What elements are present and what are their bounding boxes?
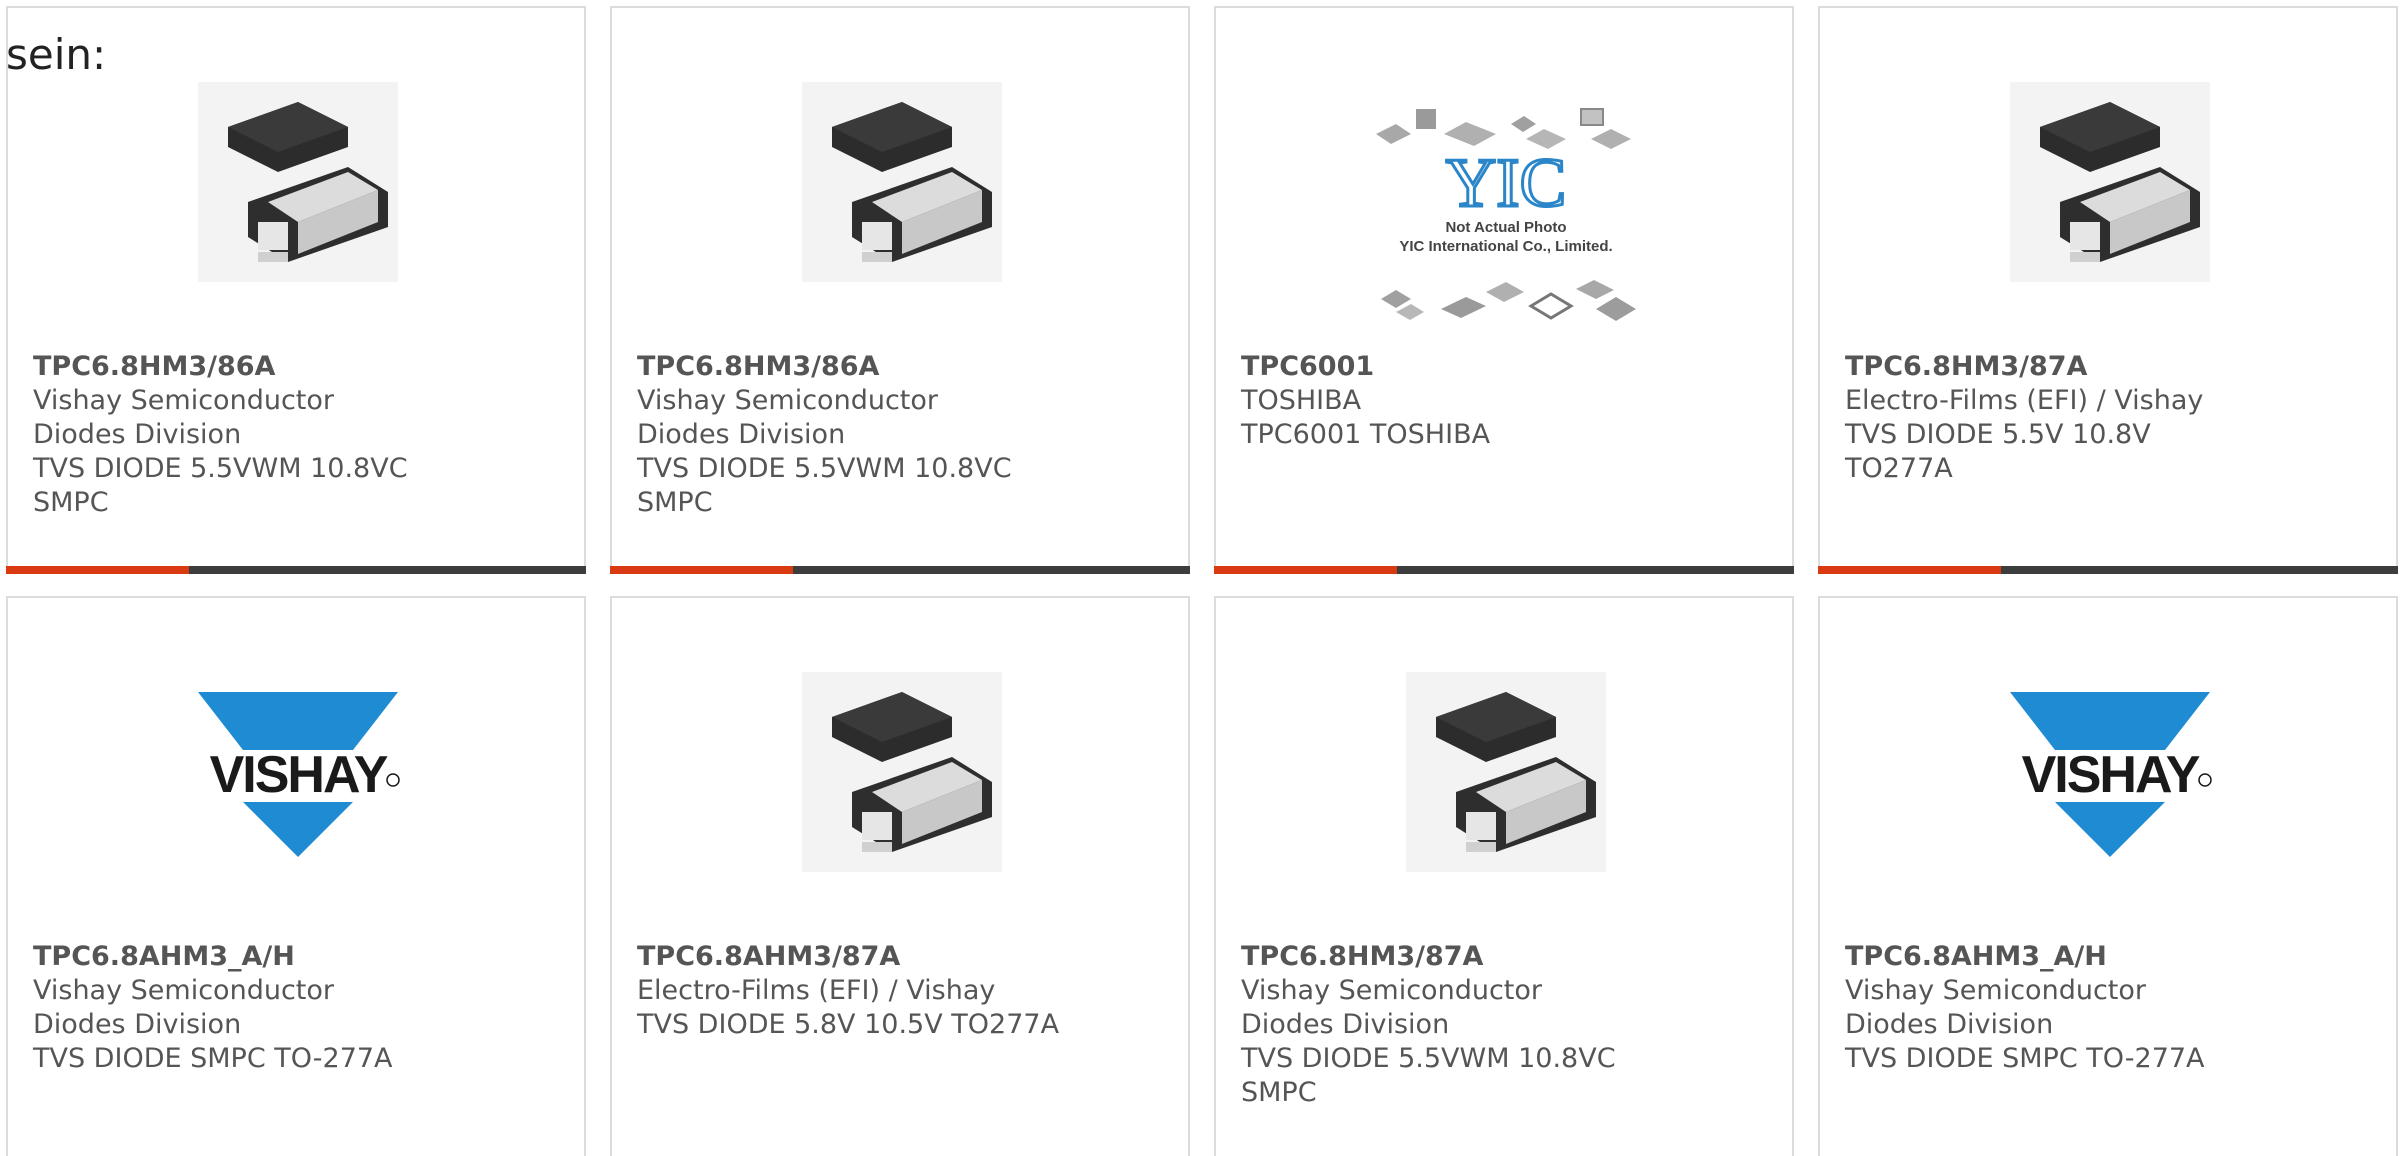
page: TPC6.8HM3/86A Vishay Semiconductor Diode… (0, 0, 2400, 1156)
smpc-package-icon (198, 82, 398, 282)
intro-text: sein: (6, 30, 107, 79)
manufacturer: Vishay Semiconductor Diodes Division (1241, 975, 1542, 1040)
product-info: TPC6.8AHM3_A/H Vishay Semiconductor Diod… (1845, 940, 2375, 1076)
vishay-logo-icon: VISHAY (2010, 692, 2212, 857)
svg-text:YIC International Co., Limited: YIC International Co., Limited. (1399, 238, 1612, 255)
manufacturer: Vishay Semiconductor Diodes Division (33, 385, 334, 450)
manufacturer: Electro-Films (EFI) / Vishay (637, 975, 996, 1006)
description: TVS DIODE SMPC TO-277A (1845, 1043, 2205, 1074)
svg-text:VISHAY: VISHAY (210, 746, 388, 804)
description: TVS DIODE 5.5VWM 10.8VC SMPC (637, 453, 1012, 518)
part-number-link[interactable]: TPC6.8HM3/87A (1845, 350, 2375, 384)
part-number-link[interactable]: TPC6.8AHM3_A/H (33, 940, 563, 974)
product-image[interactable] (2000, 72, 2220, 292)
card-bottom-bar (6, 566, 586, 574)
yic-logo: YIC (1446, 145, 1567, 222)
description: TPC6001 TOSHIBA (1241, 419, 1491, 450)
card-accent-bar (1214, 566, 1397, 574)
product-card[interactable]: TPC6.8HM3/87A Vishay Semiconductor Diode… (1214, 596, 1794, 1156)
product-card[interactable]: YIC Not Actual Photo YIC International C… (1214, 6, 1794, 574)
part-number-link[interactable]: TPC6001 (1241, 350, 1771, 384)
card-bottom-bar (1818, 566, 2398, 574)
part-number-link[interactable]: TPC6.8HM3/87A (1241, 940, 1771, 974)
svg-text:VISHAY: VISHAY (2022, 746, 2200, 804)
part-number-link[interactable]: TPC6.8HM3/86A (637, 350, 1167, 384)
manufacturer: Vishay Semiconductor Diodes Division (637, 385, 938, 450)
product-image[interactable]: VISHAY (2000, 662, 2220, 882)
product-info: TPC6.8HM3/86A Vishay Semiconductor Diode… (637, 350, 1167, 520)
description: TVS DIODE 5.5V 10.8V TO277A (1845, 419, 2151, 484)
manufacturer: TOSHIBA (1241, 385, 1362, 416)
product-card[interactable]: TPC6.8AHM3/87A Electro-Films (EFI) / Vis… (610, 596, 1190, 1156)
product-image[interactable] (1396, 662, 1616, 882)
product-image[interactable] (188, 72, 408, 292)
manufacturer: Vishay Semiconductor Diodes Division (1845, 975, 2146, 1040)
manufacturer: Vishay Semiconductor Diodes Division (33, 975, 334, 1040)
yic-placeholder-icon: YIC Not Actual Photo YIC International C… (1376, 108, 1636, 321)
product-image[interactable] (792, 72, 1012, 292)
product-card[interactable]: TPC6.8HM3/86A Vishay Semiconductor Diode… (610, 6, 1190, 574)
smpc-package-icon (2010, 82, 2210, 282)
card-accent-bar (610, 566, 793, 574)
description: TVS DIODE 5.5VWM 10.8VC SMPC (33, 453, 408, 518)
product-card[interactable]: TPC6.8HM3/87A Electro-Films (EFI) / Vish… (1818, 6, 2398, 574)
vishay-logo-icon: VISHAY (198, 692, 400, 857)
description: TVS DIODE SMPC TO-277A (33, 1043, 393, 1074)
product-info: TPC6.8AHM3_A/H Vishay Semiconductor Diod… (33, 940, 563, 1076)
part-number-link[interactable]: TPC6.8AHM3/87A (637, 940, 1167, 974)
card-accent-bar (6, 566, 189, 574)
product-image[interactable]: YIC Not Actual Photo YIC International C… (1366, 94, 1646, 344)
product-card[interactable]: TPC6.8HM3/86A Vishay Semiconductor Diode… (6, 6, 586, 574)
product-card[interactable]: VISHAY TPC6.8AHM3_A/H Vishay Semiconduct… (6, 596, 586, 1156)
product-image[interactable]: VISHAY (188, 662, 408, 882)
card-bottom-bar (610, 566, 1190, 574)
product-grid: TPC6.8HM3/86A Vishay Semiconductor Diode… (6, 6, 2400, 1156)
description: TVS DIODE 5.5VWM 10.8VC SMPC (1241, 1043, 1616, 1108)
card-bottom-bar (1214, 566, 1794, 574)
product-info: TPC6.8HM3/86A Vishay Semiconductor Diode… (33, 350, 563, 520)
smpc-package-icon (1406, 672, 1606, 872)
card-accent-bar (1818, 566, 2001, 574)
smpc-package-icon (802, 672, 1002, 872)
description: TVS DIODE 5.8V 10.5V TO277A (637, 1009, 1060, 1040)
product-info: TPC6.8HM3/87A Electro-Films (EFI) / Vish… (1845, 350, 2375, 486)
part-number-link[interactable]: TPC6.8AHM3_A/H (1845, 940, 2375, 974)
smpc-package-icon (802, 82, 1002, 282)
svg-text:Not Actual Photo: Not Actual Photo (1445, 219, 1566, 236)
manufacturer: Electro-Films (EFI) / Vishay (1845, 385, 2204, 416)
product-info: TPC6.8HM3/87A Vishay Semiconductor Diode… (1241, 940, 1771, 1110)
product-info: TPC6001 TOSHIBA TPC6001 TOSHIBA (1241, 350, 1771, 452)
product-image[interactable] (792, 662, 1012, 882)
product-info: TPC6.8AHM3/87A Electro-Films (EFI) / Vis… (637, 940, 1167, 1042)
product-card[interactable]: VISHAY TPC6.8AHM3_A/H Vishay Semiconduct… (1818, 596, 2398, 1156)
part-number-link[interactable]: TPC6.8HM3/86A (33, 350, 563, 384)
